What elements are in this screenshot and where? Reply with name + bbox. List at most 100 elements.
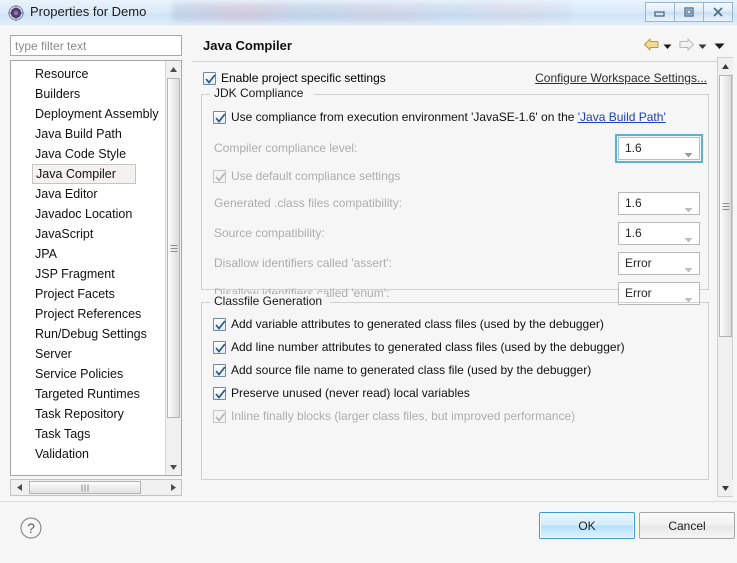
chevron-down-icon	[684, 202, 693, 216]
svg-text:?: ?	[27, 520, 35, 536]
use-execution-environment-checkbox[interactable]	[213, 110, 226, 124]
source-compatibility-row: Source compatibility: 1.6	[202, 222, 708, 246]
disallow-assert-value: Error	[625, 256, 652, 270]
back-menu-chevron-down-icon[interactable]	[663, 39, 672, 53]
panel-scrollbar-thumb[interactable]	[719, 75, 732, 337]
close-icon	[710, 6, 726, 18]
sidebar-item-project-references[interactable]: Project References	[11, 304, 165, 324]
classfile-generation-group: Classfile Generation Add variable attrib…	[201, 294, 709, 480]
generated-class-files-compatibility-label: Generated .class files compatibility:	[214, 196, 403, 210]
enable-project-specific-settings-row[interactable]: Enable project specific settings	[203, 71, 386, 85]
disallow-enum-value: Error	[625, 286, 652, 300]
maximize-icon	[682, 6, 696, 18]
caret-down-icon	[169, 460, 178, 474]
minimize-button[interactable]	[645, 2, 675, 22]
view-menu-chevron-down-icon[interactable]	[714, 39, 725, 53]
panel-scroll-up-button[interactable]	[718, 58, 733, 74]
panel-header: Java Compiler	[192, 31, 733, 62]
caret-right-icon	[170, 481, 177, 495]
sidebar-item-jpa[interactable]: JPA	[11, 244, 165, 264]
settings-tree[interactable]: Resource Builders Deployment Assembly Ja…	[10, 60, 182, 476]
sidebar-item-run-debug-settings[interactable]: Run/Debug Settings	[11, 324, 165, 344]
sidebar-item-service-policies[interactable]: Service Policies	[11, 364, 165, 384]
tree-vertical-scrollbar[interactable]	[165, 61, 181, 475]
sidebar-item-java-build-path[interactable]: Java Build Path	[11, 124, 165, 144]
chevron-down-icon	[684, 232, 693, 246]
chevron-down-icon	[684, 147, 693, 161]
add-source-file-name-row[interactable]: Add source file name to generated class …	[213, 363, 591, 377]
window-title: Properties for Demo	[30, 4, 147, 19]
filter-input[interactable]	[10, 35, 182, 56]
tree-hscrollbar-thumb[interactable]	[29, 481, 141, 494]
sidebar-item-task-repository[interactable]: Task Repository	[11, 404, 165, 424]
sidebar-item-validation[interactable]: Validation	[11, 444, 165, 464]
tree-scrollbar-thumb[interactable]	[167, 78, 180, 418]
sidebar-item-jsp-fragment[interactable]: JSP Fragment	[11, 264, 165, 284]
panel-nav-tools	[643, 37, 725, 55]
compiler-compliance-level-combo[interactable]: 1.6	[615, 134, 703, 163]
sidebar-item-javascript[interactable]: JavaScript	[11, 224, 165, 244]
back-arrow-icon[interactable]	[643, 37, 660, 55]
close-button[interactable]	[703, 2, 733, 22]
sidebar-item-server[interactable]: Server	[11, 344, 165, 364]
scrollbar-grip-icon	[722, 203, 729, 212]
inline-finally-blocks-checkbox	[213, 409, 226, 423]
caret-up-icon	[169, 62, 178, 76]
sidebar-item-java-code-style[interactable]: Java Code Style	[11, 144, 165, 164]
sidebar-item-task-tags[interactable]: Task Tags	[11, 424, 165, 444]
sidebar-item-targeted-runtimes[interactable]: Targeted Runtimes	[11, 384, 165, 404]
preserve-unused-locals-row[interactable]: Preserve unused (never read) local varia…	[213, 386, 470, 400]
enable-project-specific-settings-label: Enable project specific settings	[221, 71, 386, 85]
generated-class-files-compatibility-combo: 1.6	[618, 192, 700, 215]
jdk-compliance-title: JDK Compliance	[210, 86, 308, 100]
compiler-compliance-level-value: 1.6	[625, 141, 642, 155]
use-execution-environment-row[interactable]: Use compliance from execution environmen…	[213, 110, 666, 124]
add-line-number-attributes-checkbox[interactable]	[213, 340, 226, 354]
sidebar-item-deployment-assembly[interactable]: Deployment Assembly	[11, 104, 165, 124]
compiler-compliance-level-row: Compiler compliance level: 1.6	[202, 134, 708, 163]
add-line-number-attributes-row[interactable]: Add line number attributes to generated …	[213, 340, 625, 354]
sidebar-item-builders[interactable]: Builders	[11, 84, 165, 104]
cancel-button[interactable]: Cancel	[639, 512, 735, 539]
enable-project-specific-settings-checkbox[interactable]	[203, 71, 216, 85]
sidebar-item-resource[interactable]: Resource	[11, 64, 165, 84]
minimize-icon	[653, 6, 667, 18]
help-icon[interactable]: ?	[18, 515, 44, 541]
title-bar: Properties for Demo	[0, 0, 737, 27]
caret-down-icon	[721, 481, 730, 495]
tree-horizontal-scrollbar[interactable]	[10, 479, 182, 496]
page-title: Java Compiler	[203, 38, 292, 53]
compiler-compliance-level-label: Compiler compliance level:	[214, 141, 358, 155]
sidebar-item-java-compiler[interactable]: Java Compiler	[32, 164, 136, 184]
panel-vertical-scrollbar[interactable]	[717, 57, 733, 497]
preserve-unused-locals-checkbox[interactable]	[213, 386, 226, 400]
disallow-assert-label: Disallow identifiers called 'assert':	[214, 256, 392, 270]
tree-scroll-down-button[interactable]	[166, 459, 181, 475]
add-source-file-name-checkbox[interactable]	[213, 363, 226, 377]
use-execution-environment-text: Use compliance from execution environmen…	[231, 110, 578, 124]
forward-menu-chevron-down-icon[interactable]	[698, 39, 707, 53]
caret-up-icon	[721, 59, 730, 73]
java-build-path-link[interactable]: 'Java Build Path'	[578, 110, 666, 124]
add-variable-attributes-row[interactable]: Add variable attributes to generated cla…	[213, 317, 604, 331]
jdk-compliance-group: JDK Compliance Use compliance from execu…	[201, 86, 709, 305]
sidebar-item-javadoc-location[interactable]: Javadoc Location	[11, 204, 165, 224]
dialog-footer: ? OK Cancel	[0, 501, 737, 563]
sidebar-item-java-editor[interactable]: Java Editor	[11, 184, 165, 204]
scrollbar-grip-icon	[81, 484, 89, 491]
tree-scroll-left-button[interactable]	[11, 480, 27, 495]
disallow-assert-combo: Error	[618, 252, 700, 275]
generated-class-files-compatibility-value: 1.6	[625, 196, 642, 210]
source-compatibility-value: 1.6	[625, 226, 642, 240]
configure-workspace-settings-link[interactable]: Configure Workspace Settings...	[535, 71, 707, 85]
tree-scroll-up-button[interactable]	[166, 61, 181, 77]
sidebar-item-project-facets[interactable]: Project Facets	[11, 284, 165, 304]
panel-scroll-down-button[interactable]	[718, 480, 733, 496]
add-line-number-attributes-label: Add line number attributes to generated …	[231, 340, 625, 354]
maximize-button[interactable]	[674, 2, 704, 22]
properties-gear-icon	[8, 5, 24, 21]
use-execution-environment-label: Use compliance from execution environmen…	[231, 110, 666, 124]
ok-button[interactable]: OK	[539, 512, 635, 539]
add-variable-attributes-checkbox[interactable]	[213, 317, 226, 331]
tree-scroll-right-button[interactable]	[165, 480, 181, 495]
